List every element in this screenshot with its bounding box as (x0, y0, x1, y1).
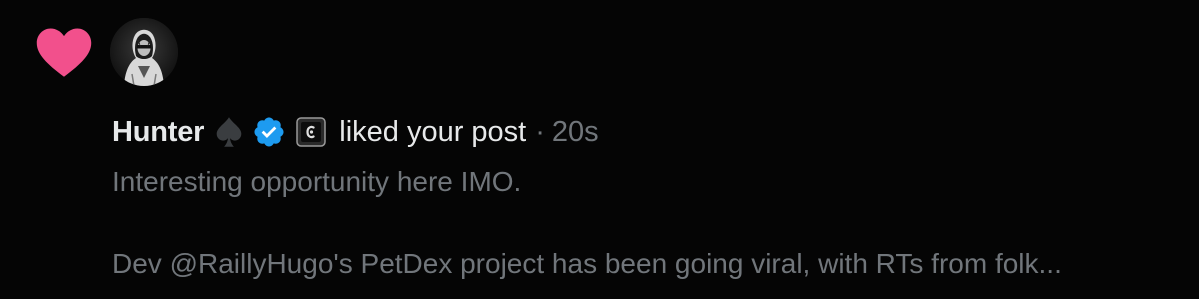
separator-dot: · (535, 115, 545, 148)
user-name[interactable]: Hunter (112, 116, 204, 149)
hooded-figure-avatar-icon (110, 18, 178, 86)
action-text: liked your post (339, 115, 527, 148)
post-preview-line-1[interactable]: Interesting opportunity here IMO. (112, 166, 521, 198)
spade-icon (216, 117, 242, 147)
avatar[interactable] (110, 18, 178, 86)
notification-header: Hunter liked your post · 20s (112, 110, 599, 154)
post-preview-line-2[interactable]: Dev @RaillyHugo's PetDex project has bee… (112, 248, 1062, 280)
affiliate-badge-icon[interactable] (296, 117, 326, 147)
like-notification[interactable]: Hunter liked your post · 20s Interesting… (0, 0, 1199, 299)
verified-badge-icon[interactable] (252, 115, 286, 149)
timestamp[interactable]: 20s (552, 116, 599, 149)
heart-icon (36, 28, 92, 77)
